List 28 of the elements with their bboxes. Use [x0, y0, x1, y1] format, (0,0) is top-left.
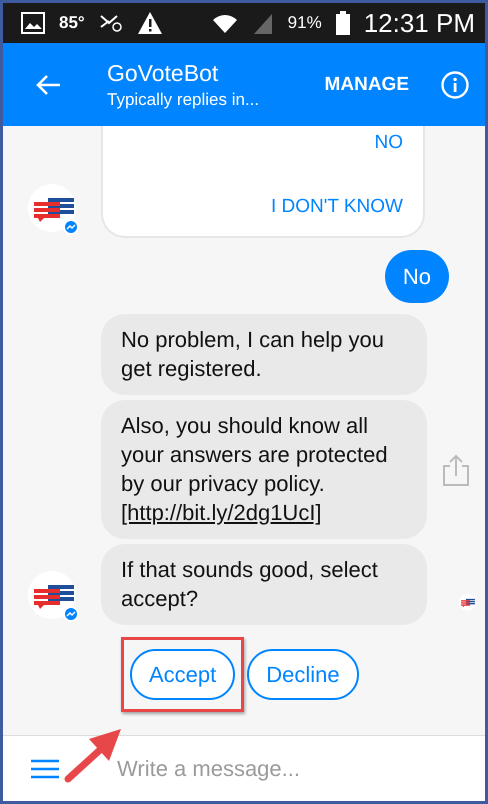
signal-icon — [252, 12, 274, 34]
chat-title: GoVoteBot — [107, 60, 220, 86]
wifi-icon — [212, 12, 238, 34]
received-message: If that sounds good, select accept? — [101, 544, 427, 625]
sent-message: No — [384, 250, 449, 303]
message-field[interactable]: Write a message... — [117, 736, 485, 801]
bot-avatar — [28, 184, 80, 236]
option-button[interactable]: NO — [374, 132, 403, 154]
mail-icon — [98, 13, 123, 33]
manage-button[interactable]: MANAGE — [324, 74, 409, 96]
battery-icon — [336, 11, 350, 35]
received-message: No problem, I can help you get registered. — [101, 314, 427, 395]
received-message: Also, you should know all your answers are protected by our privacy policy. [http://bit.ly/2dg1UcI] — [101, 400, 427, 539]
back-icon[interactable] — [35, 74, 61, 96]
quick-reply-button[interactable]: Accept — [130, 649, 236, 700]
battery-level: 91% — [288, 13, 322, 33]
temperature: 85° — [59, 13, 85, 33]
chat-subtitle: Typically replies in... — [107, 90, 260, 110]
image-icon — [21, 12, 45, 34]
bot-avatar — [28, 571, 80, 623]
option-button[interactable]: I DON'T KNOW — [270, 196, 403, 218]
seen-avatar — [459, 594, 477, 612]
info-icon[interactable] — [441, 70, 469, 98]
clock: 12:31 PM — [364, 8, 475, 38]
warning-icon — [136, 11, 163, 35]
menu-icon[interactable] — [31, 758, 59, 778]
quick-reply-button[interactable]: Decline — [247, 649, 359, 700]
privacy-link[interactable]: [http://bit.ly/2dg1UcI] — [121, 500, 322, 525]
